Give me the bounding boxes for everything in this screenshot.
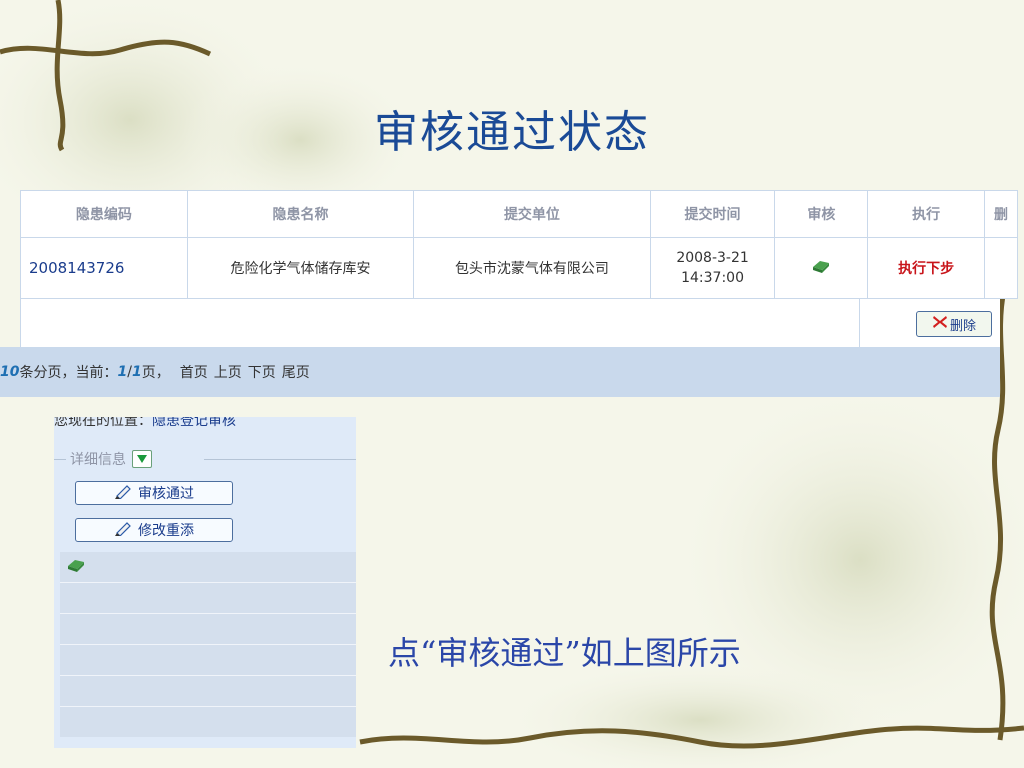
pager-next-link[interactable]: 下页	[248, 362, 276, 382]
slide-caption: 点“审核通过”如上图所示	[388, 634, 741, 672]
col-header-approve: 审核	[774, 190, 869, 238]
col-header-name: 隐患名称	[186, 190, 415, 238]
pager-per-page-text: 条分页，当前：	[19, 365, 118, 381]
delete-button[interactable]: 删除	[916, 311, 992, 337]
edit-readd-button-label: 修改重添	[138, 523, 194, 539]
divider	[54, 459, 66, 460]
pencil-icon	[114, 520, 132, 540]
execute-next-step-link[interactable]: 执行下步	[898, 261, 954, 277]
breadcrumb-label: 您现在的位置：	[54, 417, 152, 429]
pager-first-link[interactable]: 首页	[180, 362, 208, 382]
detail-legend: 详细信息	[66, 449, 156, 469]
approve-status-cell	[774, 237, 869, 299]
pager-total: 1	[131, 364, 142, 380]
col-header-execute: 执行	[867, 190, 985, 238]
pencil-icon	[114, 483, 132, 503]
delete-button-label: 删除	[949, 318, 976, 334]
pager-suffix: 页，	[141, 365, 170, 381]
pager-prev-link[interactable]: 上页	[214, 362, 242, 382]
approve-button[interactable]: 审核通过	[75, 481, 233, 505]
breadcrumb: 您现在的位置：隐患登记审核	[54, 417, 356, 441]
hazard-detail-screenshot: 您现在的位置：隐患登记审核 详细信息 审核通过 修改重添	[54, 417, 356, 748]
hazard-code: 2008143726	[20, 237, 188, 299]
triangle-down-icon	[137, 451, 147, 467]
submit-time: 2008-3-21 14:37:00	[649, 237, 776, 299]
col-header-unit: 提交单位	[413, 190, 651, 238]
list-item	[60, 582, 356, 613]
delete-toolbar: 删除	[20, 299, 1000, 347]
detail-legend-label: 详细信息	[70, 452, 126, 468]
detail-fieldset-header: 详细信息	[54, 447, 356, 475]
breadcrumb-current[interactable]: 隐患登记审核	[152, 417, 236, 429]
approved-icon	[811, 258, 831, 274]
divider	[204, 459, 356, 460]
submit-unit: 包头市沈蒙气体有限公司	[413, 237, 651, 299]
table-header-row: 隐患编码 隐患名称 提交单位 提交时间 审核 执行 删	[20, 190, 1019, 238]
submit-date: 2008-3-21	[676, 250, 749, 266]
pager-last-link[interactable]: 尾页	[282, 362, 310, 382]
col-header-time: 提交时间	[649, 190, 776, 238]
detail-list	[54, 552, 356, 737]
list-item	[60, 675, 356, 706]
delete-x-icon	[932, 315, 948, 333]
pagination-bar: 10 条分页，当前： 1 / 1 页， 首页 上页 下页 尾页	[0, 347, 1000, 397]
pager-current: 1	[117, 364, 128, 380]
list-item	[60, 613, 356, 644]
divider	[859, 299, 860, 347]
col-header-delete: 删	[983, 190, 1019, 238]
pager-count: 10	[0, 364, 20, 380]
list-item	[60, 644, 356, 675]
hazard-name: 危险化学气体储存库安	[186, 237, 415, 299]
hazard-table: 隐患编码 隐患名称 提交单位 提交时间 审核 执行 删 2008143726 危…	[20, 190, 1019, 299]
approve-button-label: 审核通过	[138, 486, 194, 502]
slide-title: 审核通过状态	[374, 107, 650, 158]
list-item	[60, 706, 356, 737]
hazard-list-screenshot: 隐患编码 隐患名称 提交单位 提交时间 审核 执行 删 2008143726 危…	[0, 190, 1019, 397]
edit-readd-button[interactable]: 修改重添	[75, 518, 233, 542]
table-row: 2008143726 危险化学气体储存库安 包头市沈蒙气体有限公司 2008-3…	[20, 237, 1019, 299]
col-header-code: 隐患编码	[20, 190, 188, 238]
expand-toggle-button[interactable]	[132, 450, 152, 468]
approved-icon	[66, 557, 86, 577]
execute-cell: 执行下步	[867, 237, 985, 299]
list-item	[60, 552, 356, 582]
delete-cell	[983, 237, 1019, 299]
submit-clock: 14:37:00	[681, 270, 744, 286]
